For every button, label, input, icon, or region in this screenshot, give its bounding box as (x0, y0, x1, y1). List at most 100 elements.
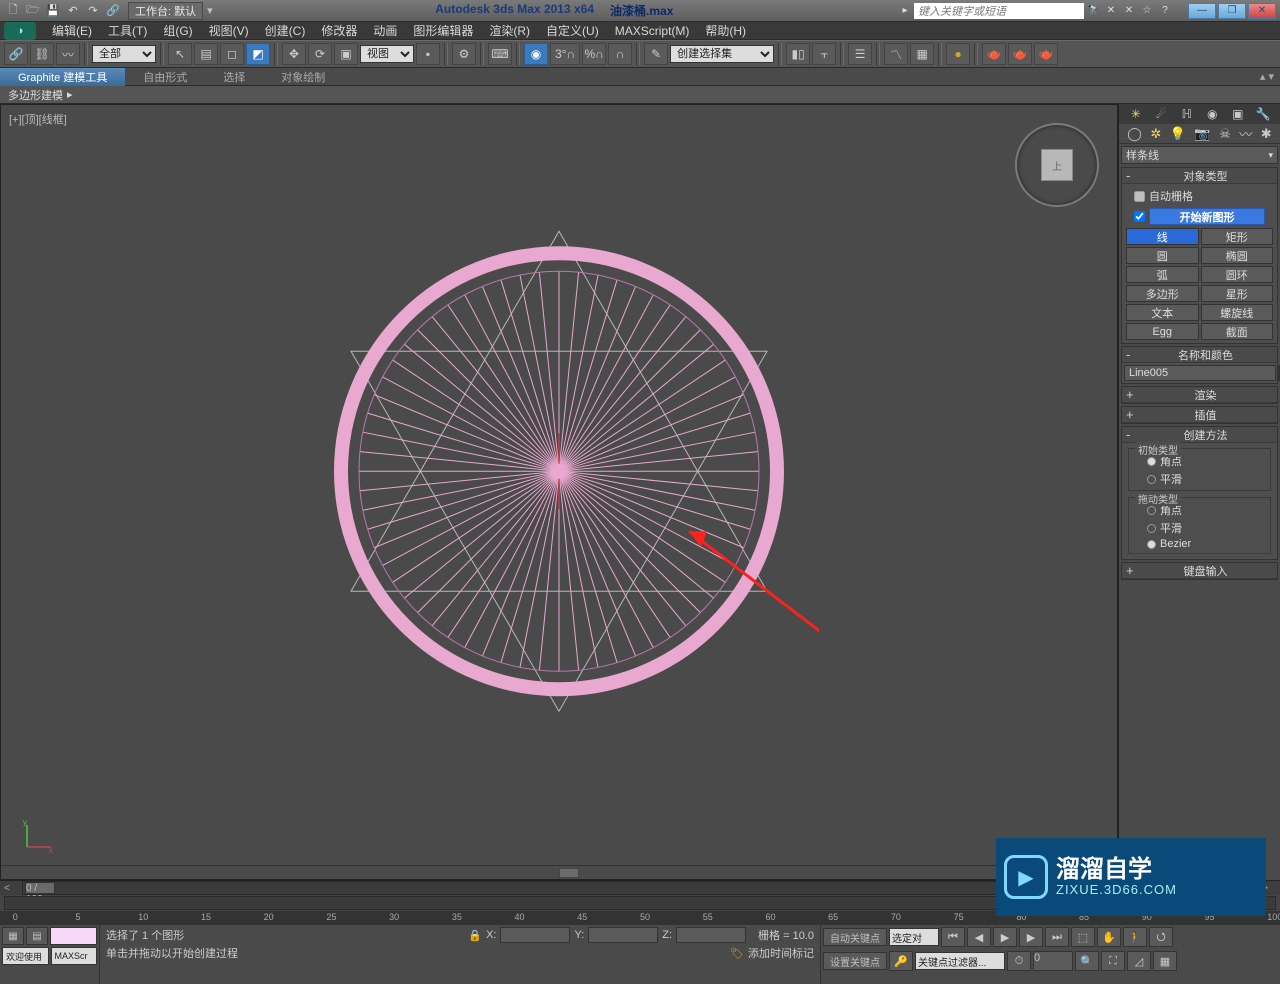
tb-rotate-icon[interactable]: ⟳ (308, 43, 332, 65)
object-name-input[interactable] (1124, 365, 1276, 381)
workspace-selector[interactable]: 工作台: 默认 (128, 2, 203, 20)
auto-key-button[interactable]: 自动关键点 (823, 928, 887, 946)
qat-undo-icon[interactable]: ↶ (64, 3, 82, 19)
ribbon-tab-freeform[interactable]: 自由形式 (125, 68, 205, 86)
title-arrow-icon[interactable]: ▸ (897, 4, 913, 18)
shape-ellipse-button[interactable]: 椭圆 (1201, 247, 1274, 264)
play-toggle-icon[interactable]: ▶ (993, 927, 1017, 947)
qat-link-icon[interactable]: 🔗 (104, 3, 122, 19)
time-tag-icon[interactable]: 🏷 (730, 947, 744, 960)
rollout-object-type[interactable]: 对象类型 (1138, 168, 1273, 184)
title-signin-icon[interactable]: ✕ (1103, 4, 1119, 18)
coord-z-input[interactable] (676, 927, 746, 943)
menu-rendering[interactable]: 渲染(R) (481, 22, 538, 39)
set-key-button[interactable]: 设置关键点 (823, 952, 887, 970)
viewport-hscrollbar[interactable] (1, 865, 1117, 879)
named-selection-dropdown[interactable]: 创建选择集 (670, 45, 774, 63)
menu-tools[interactable]: 工具(T) (100, 22, 155, 39)
tb-render-icon[interactable]: 🫖 (1034, 43, 1058, 65)
rollout-name-color[interactable]: 名称和颜色 (1138, 347, 1273, 363)
tb-select-icon[interactable]: ↖ (168, 43, 192, 65)
tb-schematic-icon[interactable]: ▦ (910, 43, 934, 65)
cmd-modify-icon[interactable]: ☄ (1153, 106, 1169, 122)
menu-views[interactable]: 视图(V) (201, 22, 257, 39)
nav-pan-icon[interactable]: ✋ (1097, 927, 1121, 947)
qat-save-icon[interactable]: 💾 (44, 3, 62, 19)
window-restore-button[interactable]: ❐ (1218, 3, 1246, 19)
tb-manip-icon[interactable]: ⚙ (452, 43, 476, 65)
nav-fov-icon[interactable]: ◿ (1127, 951, 1151, 971)
tb-rendered-frame-icon[interactable]: 🫖 (1008, 43, 1032, 65)
cat-cameras-icon[interactable]: 📷 (1194, 126, 1210, 142)
title-help-icon[interactable]: ? (1157, 4, 1173, 18)
window-minimize-button[interactable]: — (1188, 3, 1216, 19)
shape-line-button[interactable]: 线 (1126, 228, 1199, 245)
tb-select-link-icon[interactable]: 🔗 (4, 43, 28, 65)
play-start-icon[interactable]: ⏮ (941, 927, 965, 947)
tb-move-icon[interactable]: ✥ (282, 43, 306, 65)
nav-zoomall-icon[interactable]: ⛶ (1101, 951, 1125, 971)
qat-redo-icon[interactable]: ↷ (84, 3, 102, 19)
tb-angle-snap-icon[interactable]: 3°∩ (550, 43, 580, 65)
search-binoculars-icon[interactable]: 🔭 (1085, 4, 1101, 18)
ribbon-expand-icon[interactable]: ▴ ▾ (1254, 70, 1280, 83)
play-next-icon[interactable]: ▶ (1019, 927, 1043, 947)
tb-curve-editor-icon[interactable]: 〽 (884, 43, 908, 65)
shape-star-button[interactable]: 星形 (1201, 285, 1274, 302)
menu-help[interactable]: 帮助(H) (697, 22, 754, 39)
play-prev-icon[interactable]: ◀ (967, 927, 991, 947)
tb-keymode-icon[interactable]: ⌨ (488, 43, 512, 65)
cmd-display-icon[interactable]: ▣ (1230, 106, 1246, 122)
tb-percent-snap-icon[interactable]: %∩ (582, 43, 606, 65)
cmd-create-icon[interactable]: ✳ (1128, 106, 1144, 122)
window-close-button[interactable]: ✕ (1248, 3, 1276, 19)
viewport[interactable]: [+][顶][线框] 上 y x (0, 104, 1118, 880)
tb-select-name-icon[interactable]: ▤ (194, 43, 218, 65)
rollout-create-method[interactable]: 创建方法 (1138, 427, 1273, 443)
shape-helix-button[interactable]: 螺旋线 (1201, 304, 1274, 321)
start-new-shape-button[interactable]: 开始新图形 (1149, 208, 1265, 225)
newshape-checkbox[interactable] (1134, 211, 1145, 222)
tb-mirror-icon[interactable]: ▮▯ (786, 43, 810, 65)
cat-shapes-icon[interactable]: ✲ (1150, 126, 1161, 142)
tb-window-crossing-icon[interactable]: ◩ (246, 43, 270, 65)
shape-circle-button[interactable]: 圆 (1126, 247, 1199, 264)
shape-donut-button[interactable]: 圆环 (1201, 266, 1274, 283)
key-target-dropdown[interactable]: 选定对 (889, 928, 939, 946)
shape-rect-button[interactable]: 矩形 (1201, 228, 1274, 245)
menu-animation[interactable]: 动画 (365, 22, 405, 39)
shape-ngon-button[interactable]: 多边形 (1126, 285, 1199, 302)
tb-rect-region-icon[interactable]: ◻ (220, 43, 244, 65)
viewport-label[interactable]: [+][顶][线框] (9, 111, 67, 127)
initial-smooth-radio[interactable]: 平滑 (1131, 470, 1268, 488)
menu-edit[interactable]: 编辑(E) (44, 22, 100, 39)
qat-new-icon[interactable]: 🗋 (4, 3, 22, 19)
shape-arc-button[interactable]: 弧 (1126, 266, 1199, 283)
ribbon-tab-paint[interactable]: 对象绘制 (263, 68, 343, 86)
shape-text-button[interactable]: 文本 (1126, 304, 1199, 321)
app-menu-button[interactable]: ◑ (4, 22, 36, 40)
coord-x-input[interactable] (500, 927, 570, 943)
ref-coord-dropdown[interactable]: 视图 (360, 45, 414, 63)
tb-material-icon[interactable]: ● (946, 43, 970, 65)
nav-maximize-icon[interactable]: ▦ (1153, 951, 1177, 971)
lock-selection-icon[interactable]: 🔒 (468, 929, 482, 942)
nav-walk-icon[interactable]: 🚶 (1123, 927, 1147, 947)
cmd-utilities-icon[interactable]: 🔧 (1255, 106, 1271, 122)
ribbon-tab-graphite[interactable]: Graphite 建模工具 (0, 68, 125, 86)
cat-systems-icon[interactable]: ✱ (1261, 126, 1272, 142)
time-slider[interactable]: 0 / 100 (25, 882, 55, 894)
drag-smooth-radio[interactable]: 平滑 (1131, 519, 1268, 537)
ribbon-sub-poly[interactable]: 多边形建模 (8, 87, 63, 103)
maxscript-mini[interactable]: MAXScr (51, 947, 98, 965)
tb-editnamed-icon[interactable]: ✎ (644, 43, 668, 65)
menu-grapheditors[interactable]: 图形编辑器 (405, 22, 481, 39)
tb-snap-toggle-icon[interactable]: ◉ (524, 43, 548, 65)
coord-y-input[interactable] (588, 927, 658, 943)
timeline-toggle-icon[interactable]: < (4, 883, 18, 894)
drag-bezier-radio[interactable]: Bezier (1131, 537, 1268, 551)
ribbon-tab-selection[interactable]: 选择 (205, 68, 263, 86)
tb-pivot-icon[interactable]: ▪ (416, 43, 440, 65)
tb-render-setup-icon[interactable]: 🫖 (982, 43, 1006, 65)
status-listener-icon[interactable]: ▤ (26, 927, 48, 945)
